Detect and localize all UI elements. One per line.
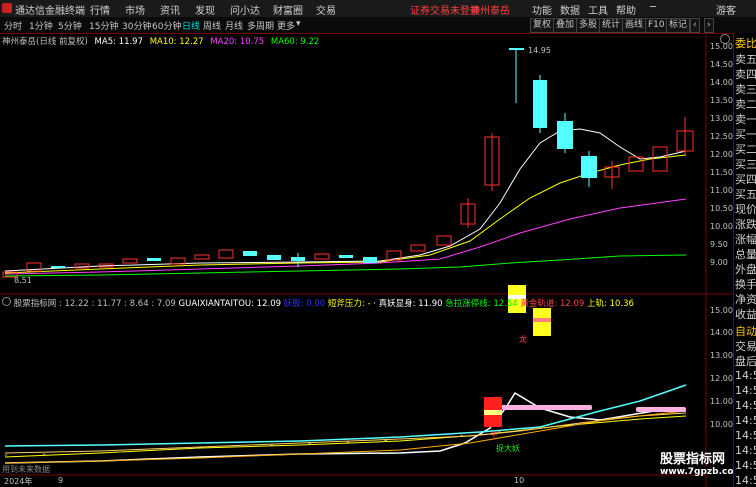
period-multi[interactable]: 多周期 bbox=[247, 19, 274, 32]
ma5-line bbox=[4, 128, 687, 272]
btn-stats[interactable]: 统计 bbox=[599, 18, 624, 33]
menu-wealth[interactable]: 财富圈 bbox=[273, 2, 303, 17]
charts-area bbox=[0, 33, 733, 487]
btn-f10[interactable]: F10 bbox=[645, 18, 668, 33]
indicator-item-f: 黄金轨道: 12.09 bbox=[520, 299, 585, 309]
low-price-label: 8.51 bbox=[14, 276, 32, 285]
period-weekly[interactable]: 周线 bbox=[203, 19, 221, 32]
top-menu-bar: 通达信金融终端 行情 市场 资讯 发现 问小达 财富圈 交易 证券交易未登录 神… bbox=[0, 0, 756, 18]
future-data-note: 用到未来数据 bbox=[2, 465, 50, 474]
app-logo-icon bbox=[2, 3, 12, 13]
menu-help[interactable]: 帮助 bbox=[616, 2, 636, 17]
menu-trade[interactable]: 交易 bbox=[316, 2, 336, 17]
period-60min[interactable]: 60分钟 bbox=[152, 19, 181, 32]
indicator-item-c: 短斧压力: - bbox=[327, 299, 371, 309]
menu-market[interactable]: 市场 bbox=[125, 2, 145, 17]
period-1min[interactable]: 1分钟 bbox=[29, 19, 53, 32]
indicator-settings-icon[interactable] bbox=[2, 297, 11, 306]
menu-discover[interactable]: 发现 bbox=[195, 2, 215, 17]
menu-tools[interactable]: 工具 bbox=[588, 2, 608, 17]
btn-adjust[interactable]: 复权 bbox=[530, 18, 555, 33]
quote-side-panel: 委比 卖五 卖四 卖三 卖二 卖一 买一 买二 买三 买四 买五 现价 涨跌 涨… bbox=[733, 33, 756, 487]
app-title: 通达信金融终端 bbox=[15, 6, 85, 17]
date-year: 2024年 bbox=[4, 477, 33, 486]
indicator-item-b: 妖股: 0.00 bbox=[283, 299, 326, 309]
btn-multistock[interactable]: 多股 bbox=[576, 18, 601, 33]
btn-mark[interactable]: 标记 bbox=[666, 18, 691, 33]
menu-ask[interactable]: 问小达 bbox=[230, 2, 260, 17]
toolbar-prev-icon[interactable]: ‹ bbox=[690, 18, 700, 33]
indicator-name[interactable]: 股票指标网 bbox=[14, 299, 57, 309]
toolbar-next-icon[interactable]: › bbox=[704, 18, 714, 33]
minimize-icon[interactable]: ─ bbox=[650, 2, 656, 13]
period-toolbar: 分时 1分钟 5分钟 15分钟 30分钟 60分钟 日线 周线 月线 多周期 更… bbox=[0, 17, 756, 34]
stock-name-top: 神州泰岳 bbox=[470, 6, 510, 17]
menu-function[interactable]: 功能 bbox=[532, 2, 552, 17]
menu-news[interactable]: 资讯 bbox=[160, 2, 180, 17]
period-monthly[interactable]: 月线 bbox=[225, 19, 243, 32]
period-5min[interactable]: 5分钟 bbox=[58, 19, 82, 32]
guest-label[interactable]: 游客 bbox=[716, 2, 736, 17]
label-gan: 干 bbox=[490, 431, 498, 440]
indicator-item-d: · 真妖显身: 11.90 bbox=[373, 299, 443, 309]
menu-data[interactable]: 数据 bbox=[560, 2, 580, 17]
ind-pink-bar2 bbox=[636, 407, 686, 412]
indicator-lines bbox=[4, 285, 687, 464]
btn-draw[interactable]: 画线 bbox=[622, 18, 647, 33]
indicator-item-e: 急拉涨停线: 12.54 bbox=[445, 299, 518, 309]
candles-main bbox=[2, 48, 694, 278]
watermark: 股票指标网 www.7gpzb.com bbox=[660, 452, 743, 477]
period-more-arrow-icon[interactable]: ▾ bbox=[296, 19, 301, 29]
period-timeshare[interactable]: 分时 bbox=[4, 19, 22, 32]
btn-overlay[interactable]: 叠加 bbox=[553, 18, 578, 33]
indicator-item-g: 上轨: 10.36 bbox=[587, 299, 634, 309]
label-catch: 捉大妖 bbox=[496, 444, 520, 453]
period-more[interactable]: 更多 bbox=[277, 19, 295, 32]
label-long: 龙 bbox=[519, 335, 527, 344]
indicator-info: 股票指标网 : 12.22 : 11.77 : 8.64 : 7.09 GUAI… bbox=[2, 297, 634, 309]
date-month-10: 10 bbox=[514, 476, 525, 485]
date-month-9: 9 bbox=[58, 476, 64, 485]
menu-quotes[interactable]: 行情 bbox=[90, 2, 110, 17]
period-daily[interactable]: 日线 bbox=[182, 19, 200, 32]
high-price-label: 14.95 bbox=[528, 46, 551, 55]
period-15min[interactable]: 15分钟 bbox=[89, 19, 118, 32]
indicator-item-a: GUAIXIANTAITOU: 12.09 bbox=[178, 299, 282, 309]
indicator-values: : 12.22 : 11.77 : 8.64 : 7.09 bbox=[58, 299, 176, 309]
period-30min[interactable]: 30分钟 bbox=[122, 19, 151, 32]
ind-cyan-line bbox=[4, 384, 687, 447]
